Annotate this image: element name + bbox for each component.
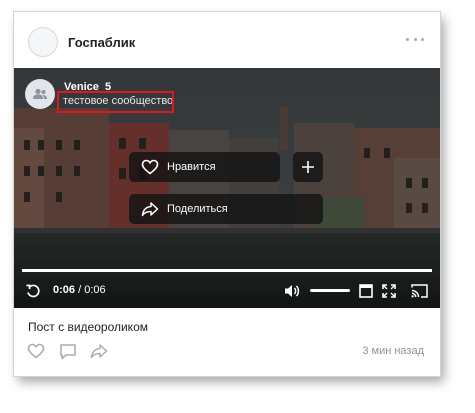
time-display: 0:06 / 0:06 [53, 284, 106, 296]
channel-avatar[interactable] [25, 79, 55, 109]
volume-icon[interactable] [281, 281, 303, 301]
duration: 0:06 [84, 284, 106, 296]
cast-icon[interactable] [408, 281, 430, 301]
group-icon [33, 88, 47, 99]
share-label: Поделиться [167, 203, 228, 215]
heart-icon[interactable] [26, 342, 46, 360]
like-label: Нравится [167, 161, 216, 173]
heart-icon [139, 158, 161, 176]
author-avatar[interactable] [28, 27, 58, 57]
post-header: Госпаблик [14, 12, 440, 68]
author-name[interactable]: Госпаблик [68, 35, 135, 50]
highlight-frame [57, 91, 174, 113]
post-footer: 3 мин назад [14, 338, 440, 364]
current-time: 0:06 [53, 284, 76, 296]
fullscreen-icon[interactable] [379, 281, 399, 301]
post-caption: Пост с видеороликом [28, 320, 148, 334]
like-button[interactable]: Нравится [129, 152, 280, 182]
progress-bar[interactable] [22, 269, 432, 272]
post-card: Госпаблик Venice_5 тестовое сообщество Н… [14, 12, 440, 376]
time-separator: / [75, 284, 85, 296]
plus-icon [302, 161, 314, 173]
share-button[interactable]: Поделиться [129, 194, 323, 224]
replay-icon[interactable] [23, 281, 43, 301]
share-arrow-icon[interactable] [89, 342, 109, 360]
progress-fill [22, 269, 432, 272]
volume-slider[interactable] [310, 289, 350, 292]
comment-icon[interactable] [58, 342, 78, 360]
miniplayer-icon[interactable] [356, 281, 376, 301]
more-options-icon[interactable] [406, 34, 424, 44]
post-time: 3 мин назад [362, 345, 424, 357]
video-player[interactable]: Venice_5 тестовое сообщество Нравится По… [14, 68, 440, 308]
share-arrow-icon [139, 200, 161, 218]
player-controls: 0:06 / 0:06 [14, 278, 440, 304]
add-video-button[interactable] [293, 152, 323, 182]
